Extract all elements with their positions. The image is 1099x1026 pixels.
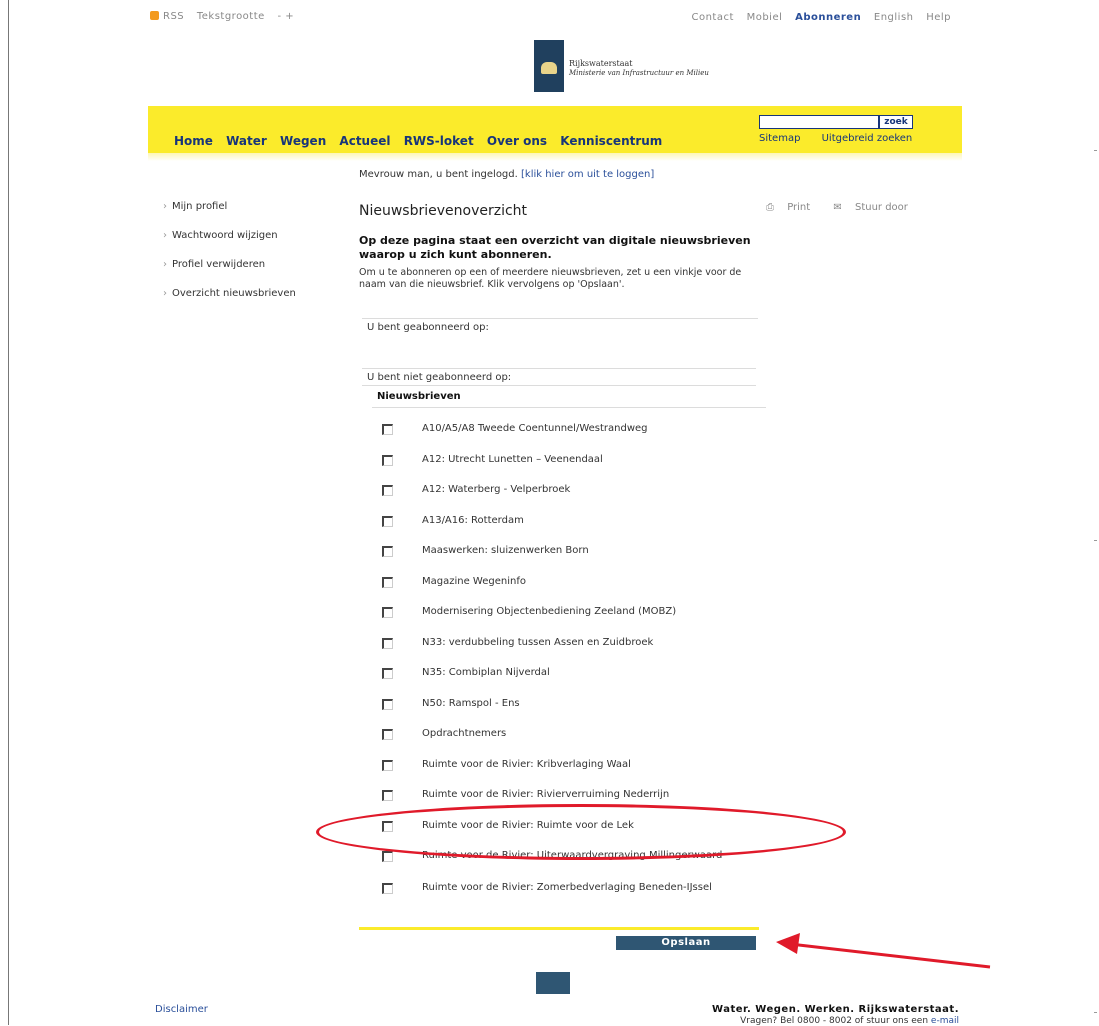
newsletter-checkbox[interactable] — [382, 760, 393, 771]
logo-ministry: Ministerie van Infrastructuur en Milieu — [569, 69, 709, 77]
scan-tick-mark — [1094, 540, 1097, 541]
footer-logo-block — [536, 972, 570, 994]
newsletter-checkbox[interactable] — [382, 668, 393, 679]
newsletter-checkbox[interactable] — [382, 455, 393, 466]
subscribe-link[interactable]: Abonneren — [795, 12, 861, 23]
scan-tick-mark — [1094, 1012, 1097, 1013]
newsletter-checkbox[interactable] — [382, 607, 393, 618]
sidebar-item-profile[interactable]: › Mijn profiel — [163, 201, 296, 230]
mobile-link[interactable]: Mobiel — [747, 12, 783, 23]
topbar-left: RSS Tekstgrootte - + — [150, 11, 303, 22]
not-subscribed-label: U bent niet geabonneerd op: — [367, 372, 512, 383]
nav-item-water[interactable]: Water — [226, 134, 267, 148]
rijkswaterstaat-logo-icon[interactable] — [534, 40, 564, 92]
help-link[interactable]: Help — [926, 12, 951, 23]
chevron-right-icon: › — [163, 230, 167, 241]
save-button[interactable]: Opslaan — [616, 936, 756, 950]
search-button[interactable]: zoek — [879, 115, 913, 129]
contact-link[interactable]: Contact — [691, 12, 733, 23]
logo-text: Rijkswaterstaat Ministerie van Infrastru… — [569, 59, 709, 77]
disclaimer-link[interactable]: Disclaimer — [155, 1004, 208, 1015]
divider — [362, 318, 758, 319]
newsletter-checkbox[interactable] — [382, 638, 393, 649]
logout-link[interactable]: [klik hier om uit te loggen] — [521, 169, 654, 180]
text-size-label: Tekstgrootte — [196, 11, 265, 22]
page-title: Nieuwsbrievenoverzicht — [359, 203, 528, 219]
scan-tick-mark — [1094, 150, 1097, 151]
newsletter-checkbox[interactable] — [382, 729, 393, 740]
nav-item-over-ons[interactable]: Over ons — [487, 134, 547, 148]
nav-sublinks: Sitemap Uitgebreid zoeken — [759, 133, 930, 144]
newsletters-column-header: Nieuwsbrieven — [377, 391, 461, 402]
divider — [372, 407, 766, 408]
login-message: Mevrouw man, u bent ingelogd. — [359, 169, 518, 180]
envelope-icon: ✉ — [833, 202, 842, 213]
nav-item-kenniscentrum[interactable]: Kenniscentrum — [560, 134, 662, 148]
newsletter-checkbox[interactable] — [382, 424, 393, 435]
divider — [362, 368, 756, 369]
logo-name: Rijkswaterstaat — [569, 59, 633, 68]
footer-slogan: Water. Wegen. Werken. Rijkswaterstaat. — [712, 1004, 959, 1015]
newsletter-checkbox[interactable] — [382, 851, 393, 862]
sidebar-item-delete-profile[interactable]: › Profiel verwijderen — [163, 259, 296, 288]
login-status: Mevrouw man, u bent ingelogd. [klik hier… — [359, 169, 654, 180]
topbar-links: Contact Mobiel Abonneren English Help — [682, 12, 951, 23]
forward-link[interactable]: ✉ Stuur door — [833, 202, 918, 213]
newsletter-checkbox[interactable] — [382, 790, 393, 801]
nav-item-wegen[interactable]: Wegen — [280, 134, 326, 148]
rss-icon — [150, 11, 159, 20]
newsletter-checkbox[interactable] — [382, 883, 393, 894]
print-link[interactable]: ⎙ Print — [766, 202, 820, 213]
newsletter-checkbox[interactable] — [382, 577, 393, 588]
rss-link[interactable]: RSS — [150, 11, 184, 22]
profile-sidebar: › Mijn profiel › Wachtwoord wijzigen › Prof… — [163, 201, 296, 317]
newsletter-checkbox[interactable] — [382, 485, 393, 496]
nav-item-home[interactable]: Home — [174, 134, 213, 148]
chevron-right-icon: › — [163, 259, 167, 270]
sidebar-item-change-password[interactable]: › Wachtwoord wijzigen — [163, 230, 296, 259]
newsletter-checkbox[interactable] — [382, 516, 393, 527]
subscribed-label: U bent geabonneerd op: — [367, 322, 489, 333]
scan-edge-line — [8, 0, 9, 1025]
page-tools: ⎙ Print ✉ Stuur door — [766, 202, 928, 213]
chevron-right-icon: › — [163, 201, 167, 212]
english-link[interactable]: English — [874, 12, 914, 23]
form-bottom-rule — [359, 927, 759, 930]
sidebar-item-newsletters[interactable]: › Overzicht nieuwsbrieven — [163, 288, 296, 317]
chevron-right-icon: › — [163, 288, 167, 299]
intro-text: Om u te abonneren op een of meerdere nie… — [359, 267, 742, 290]
nav-item-rws-loket[interactable]: RWS-loket — [404, 134, 474, 148]
text-size-controls[interactable]: - + — [277, 11, 294, 22]
divider — [362, 385, 756, 386]
advanced-search-link[interactable]: Uitgebreid zoeken — [822, 133, 913, 144]
newsletter-checkbox[interactable] — [382, 546, 393, 557]
nav-item-actueel[interactable]: Actueel — [339, 134, 390, 148]
annotation-highlight-ellipse — [316, 804, 846, 860]
newsletter-checkbox[interactable] — [382, 699, 393, 710]
main-navbar: Home Water Wegen Actueel RWS-loket Over … — [148, 106, 962, 153]
sitemap-link[interactable]: Sitemap — [759, 133, 800, 144]
navbar-shadow — [148, 153, 962, 161]
printer-icon: ⎙ — [766, 202, 774, 213]
search-input[interactable] — [759, 115, 879, 129]
nav-menu: Home Water Wegen Actueel RWS-loket Over … — [174, 134, 671, 148]
intro-heading: Op deze pagina staat een overzicht van d… — [359, 234, 751, 261]
